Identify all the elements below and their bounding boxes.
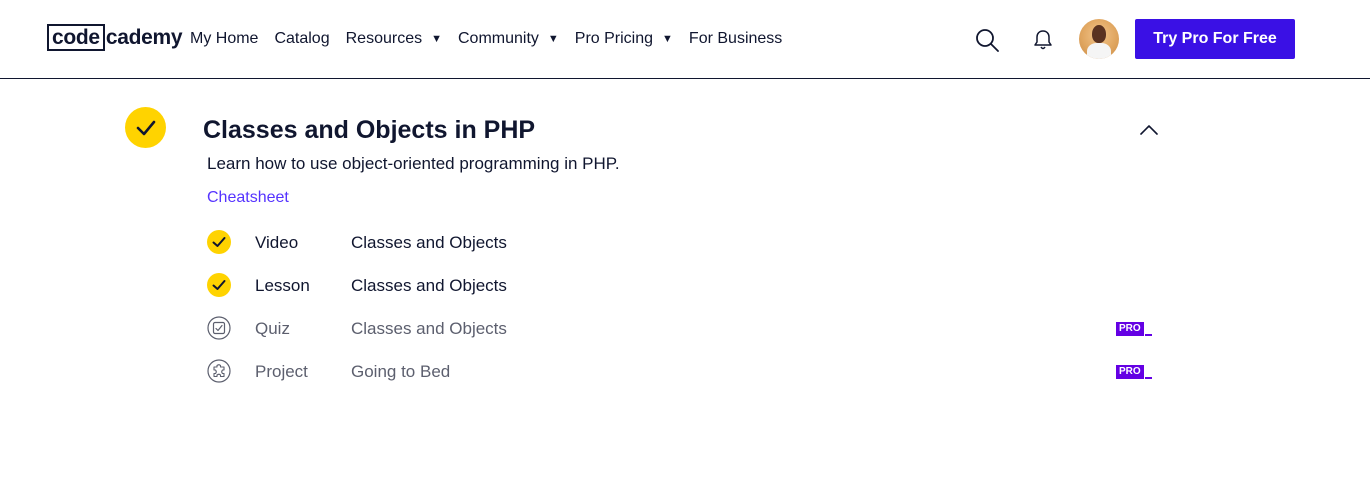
content-title: Classes and Objects: [351, 276, 507, 295]
user-avatar[interactable]: [1079, 19, 1119, 59]
cheatsheet-link[interactable]: Cheatsheet: [207, 189, 289, 207]
content-title: Classes and Objects: [351, 233, 507, 252]
nav-my-home[interactable]: My Home: [190, 30, 258, 48]
module-content-list: Video Classes and Objects Lesson Classes…: [207, 222, 1157, 394]
try-pro-button[interactable]: Try Pro For Free: [1135, 19, 1295, 59]
content-item-lesson[interactable]: Lesson Classes and Objects: [207, 265, 1157, 308]
avatar-shirt: [1087, 43, 1111, 59]
nav-community[interactable]: Community ▼: [458, 30, 559, 48]
pro-badge-underscore: [1144, 334, 1152, 336]
search-button[interactable]: [974, 27, 1000, 53]
logo-cademy-text: cademy: [105, 25, 183, 49]
check-icon: [136, 120, 155, 135]
top-nav-bar: code cademy My Home Catalog Resources ▼ …: [0, 0, 1370, 79]
content-title: Going to Bed: [351, 362, 451, 381]
content-type: Video: [255, 233, 299, 252]
nav-pro-pricing[interactable]: Pro Pricing ▼: [575, 30, 673, 48]
nav-catalog[interactable]: Catalog: [274, 30, 329, 48]
module-title: Classes and Objects in PHP: [203, 116, 536, 144]
chevron-up-icon: [1140, 125, 1158, 135]
quiz-icon: [207, 316, 231, 340]
nav-catalog-label: Catalog: [274, 30, 330, 47]
collapse-module-button[interactable]: [1139, 120, 1159, 140]
logo-code-box: code: [47, 24, 105, 51]
content-item-project[interactable]: Project Going to Bed PRO: [207, 351, 1157, 394]
nav-for-business[interactable]: For Business: [689, 30, 782, 48]
pro-badge: PRO: [1116, 365, 1152, 379]
main-nav: My Home Catalog Resources ▼ Community ▼ …: [190, 28, 798, 50]
caret-down-icon: ▼: [431, 32, 442, 45]
search-icon: [976, 29, 999, 52]
nav-resources-label: Resources: [345, 30, 423, 47]
nav-for-business-label: For Business: [688, 30, 783, 47]
check-icon: [207, 230, 231, 254]
pro-badge: PRO: [1116, 322, 1152, 336]
codecademy-logo[interactable]: code cademy: [47, 24, 183, 51]
caret-down-icon: ▼: [547, 32, 559, 45]
pro-badge-underscore: [1144, 377, 1152, 379]
content-type: Project: [255, 362, 308, 381]
content-item-quiz[interactable]: Quiz Classes and Objects PRO: [207, 308, 1157, 351]
module-description: Learn how to use object-oriented program…: [207, 154, 620, 173]
module-complete-check: [125, 107, 166, 148]
nav-community-label: Community: [457, 30, 539, 47]
bell-icon: [1034, 30, 1052, 50]
nav-my-home-label: My Home: [190, 30, 259, 47]
content-type: Quiz: [255, 319, 290, 338]
nav-resources[interactable]: Resources ▼: [346, 30, 442, 48]
pro-badge-label: PRO: [1116, 365, 1144, 379]
content-type: Lesson: [255, 276, 310, 295]
check-icon: [207, 273, 231, 297]
nav-pro-pricing-label: Pro Pricing: [574, 30, 654, 47]
avatar-face: [1092, 25, 1106, 43]
content-item-video[interactable]: Video Classes and Objects: [207, 222, 1157, 265]
pro-badge-label: PRO: [1116, 322, 1144, 336]
caret-down-icon: ▼: [662, 32, 673, 45]
content-title: Classes and Objects: [351, 319, 507, 338]
notifications-button[interactable]: [1031, 27, 1055, 53]
project-icon: [207, 359, 231, 383]
